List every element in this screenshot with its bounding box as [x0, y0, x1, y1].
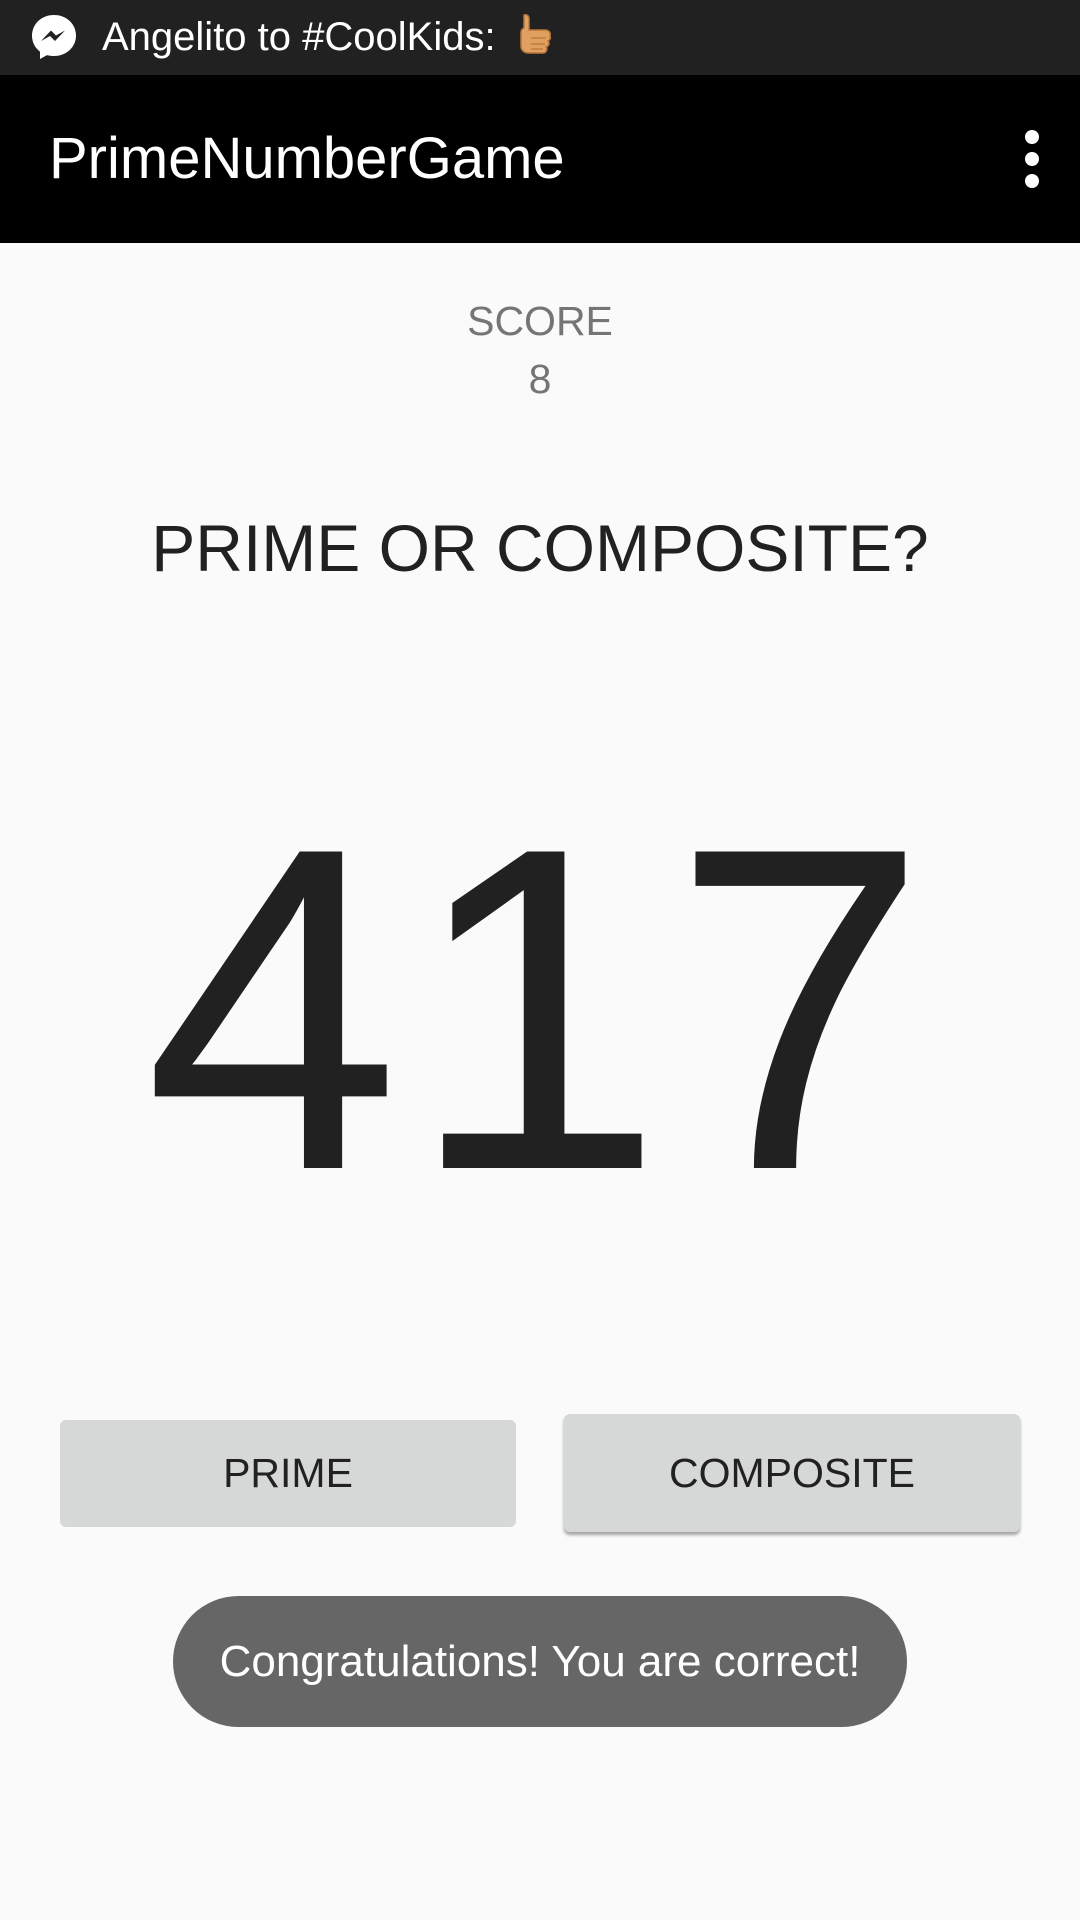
score-value: 8: [528, 356, 552, 402]
notification-message: Angelito to #CoolKids:: [102, 15, 496, 59]
score-label: SCORE: [467, 298, 613, 344]
overflow-menu-button[interactable]: [970, 75, 1080, 243]
app-title: PrimeNumberGame: [49, 126, 565, 191]
thumbs-up-icon: [519, 14, 551, 55]
question-text: PRIME OR COMPOSITE?: [151, 511, 929, 585]
prime-button[interactable]: PRIME: [60, 1420, 516, 1527]
overflow-menu-icon: [1025, 126, 1039, 192]
notification-text: Angelito to #CoolKids:: [102, 0, 553, 75]
messenger-icon: [32, 15, 76, 59]
composite-button[interactable]: COMPOSITE: [564, 1414, 1020, 1532]
app-bar: PrimeNumberGame: [0, 75, 1080, 243]
number-display: 417: [144, 753, 936, 1266]
status-bar: Angelito to #CoolKids:: [0, 0, 1080, 75]
result-toast: Congratulations! You are correct!: [173, 1596, 907, 1727]
